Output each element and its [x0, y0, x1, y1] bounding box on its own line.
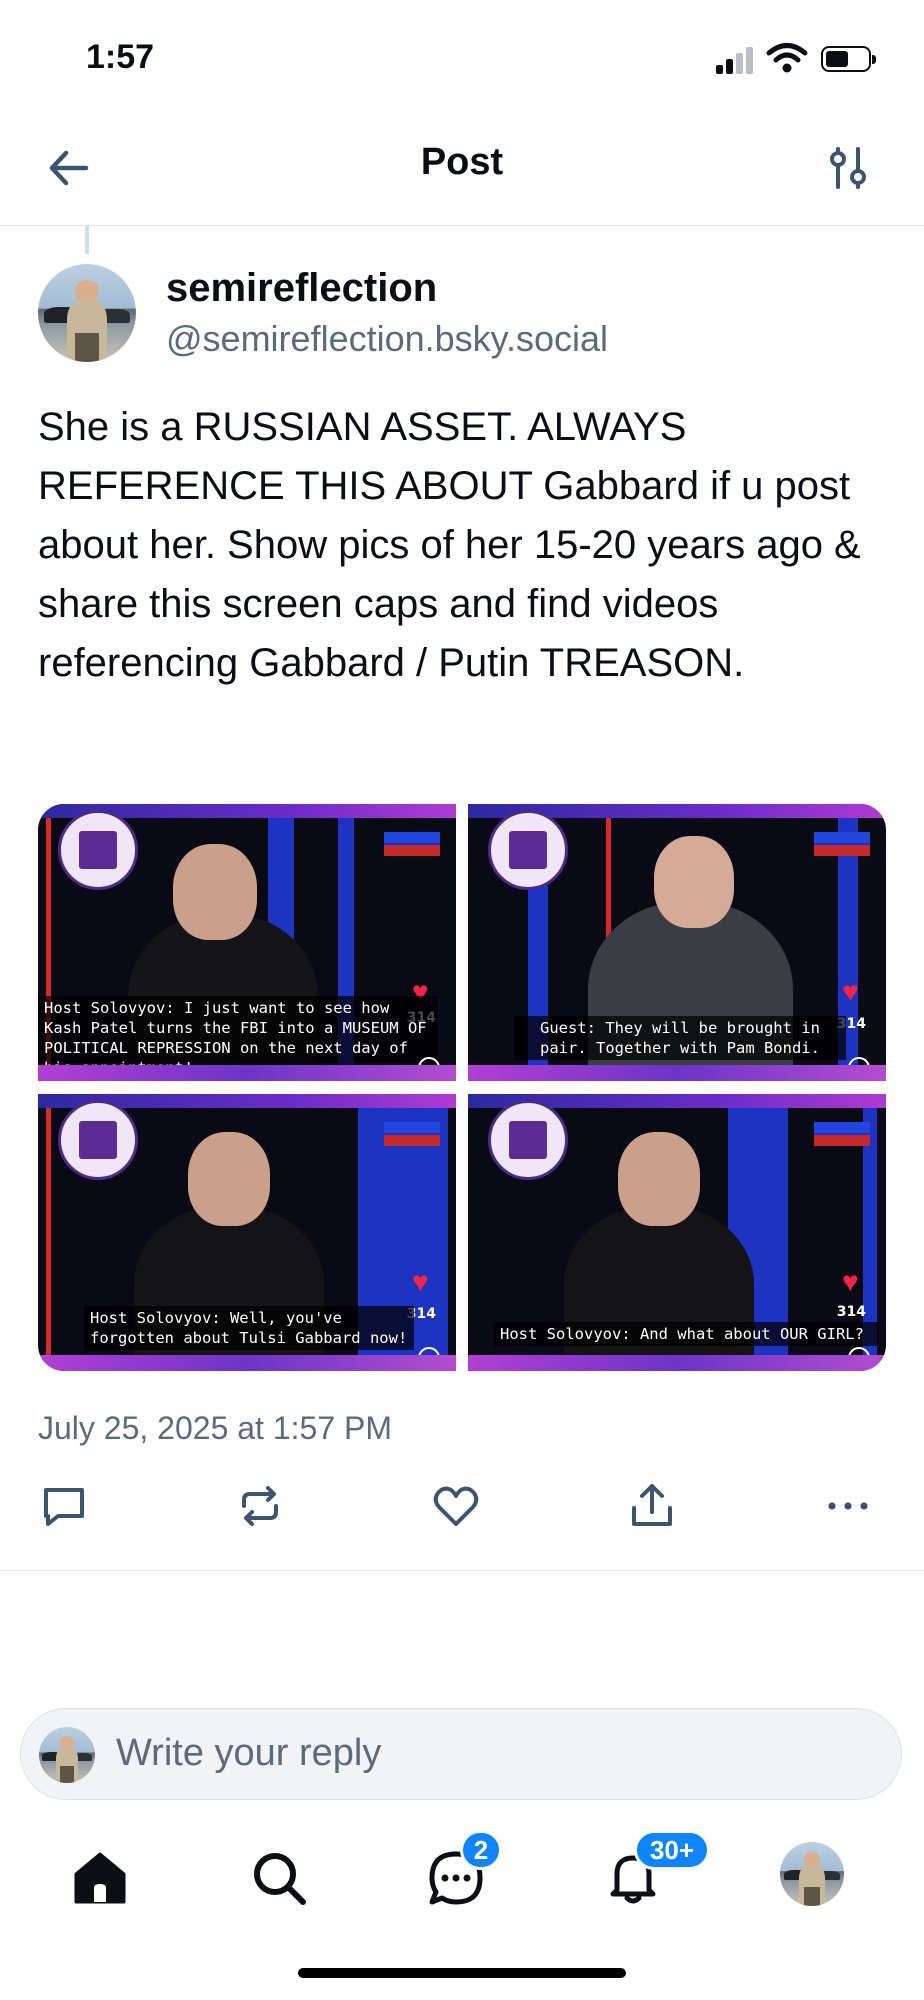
like-count: 314	[836, 1304, 866, 1320]
heart-icon: ♥	[842, 1266, 859, 1297]
reply-composer[interactable]: Write your reply	[20, 1708, 902, 1800]
divider	[0, 1570, 924, 1571]
post-image[interactable]: ♥ 314 Guest: They will be brought in pai…	[468, 804, 886, 1081]
my-avatar	[39, 1727, 95, 1783]
wifi-icon	[766, 43, 808, 73]
post-text: She is a RUSSIAN ASSET. ALWAYS REFERENCE…	[38, 405, 861, 685]
thread-line	[85, 226, 89, 254]
image-caption: Guest: They will be brought in pair. Tog…	[514, 1016, 846, 1060]
thread-settings-icon[interactable]	[824, 143, 872, 193]
home-indicator	[298, 1968, 626, 1978]
reply-input[interactable]: Write your reply	[116, 1732, 381, 1775]
channel-logo-icon	[488, 1100, 568, 1180]
reply-icon[interactable]	[38, 1480, 90, 1532]
tv-channel-icon	[814, 1122, 870, 1146]
post-image[interactable]: ♥ 314 Host Solovyov: Well, you've forgot…	[38, 1094, 456, 1371]
tv-channel-icon	[814, 832, 870, 856]
tv-channel-icon	[384, 832, 440, 856]
image-caption: Host Solovyov: And what about OUR GIRL?	[494, 1322, 878, 1346]
heart-icon: ♥	[412, 1266, 429, 1297]
status-time: 1:57	[86, 38, 155, 76]
channel-logo-icon	[58, 810, 138, 890]
image-gallery: ♥ 314 Host Solovyov: I just want to see …	[38, 804, 886, 1371]
like-icon[interactable]	[430, 1480, 482, 1532]
heart-icon: ♥	[842, 976, 859, 1007]
post-timestamp: July 25, 2025 at 1:57 PM	[38, 1410, 392, 1446]
signal-icon	[716, 46, 754, 74]
image-caption: Host Solovyov: Well, you've forgotten ab…	[84, 1306, 414, 1350]
post-image[interactable]: ♥ 314 Host Solovyov: And what about OUR …	[468, 1094, 886, 1371]
author-display-name[interactable]: semireflection	[166, 266, 437, 311]
tv-channel-icon	[384, 1122, 440, 1146]
page-title: Post	[420, 141, 504, 183]
share-icon[interactable]	[626, 1480, 678, 1532]
profile-avatar[interactable]	[780, 1842, 844, 1906]
channel-logo-icon	[58, 1100, 138, 1180]
home-icon[interactable]	[70, 1848, 130, 1908]
top-bar: Post	[0, 115, 924, 226]
notifications-badge: 30+	[634, 1830, 710, 1870]
post-actions	[0, 1480, 924, 1540]
battery-icon	[821, 46, 876, 72]
channel-logo-icon	[488, 810, 568, 890]
chat-badge: 2	[460, 1830, 502, 1870]
author-avatar[interactable]	[38, 264, 136, 362]
status-bar: 1:57	[0, 0, 924, 115]
post-image[interactable]: ♥ 314 Host Solovyov: I just want to see …	[38, 804, 456, 1081]
repost-icon[interactable]	[234, 1480, 286, 1532]
more-icon[interactable]	[822, 1480, 874, 1532]
author-handle[interactable]: @semireflection.bsky.social	[166, 318, 608, 360]
search-icon[interactable]	[249, 1848, 309, 1908]
bottom-tab-bar: 2 30+	[0, 1830, 924, 1930]
